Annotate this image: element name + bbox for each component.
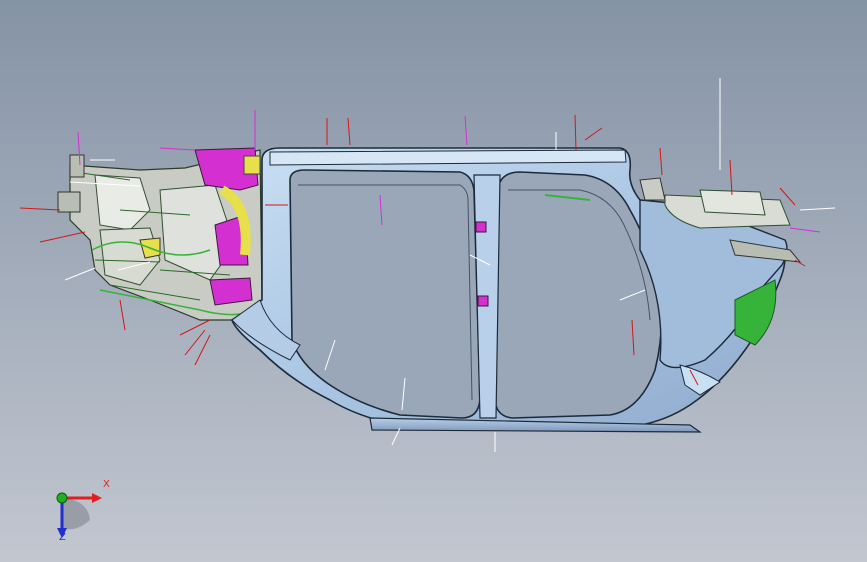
front-structure: [57, 147, 263, 321]
coordinate-axes-triad: X Z: [40, 478, 120, 548]
3d-viewport[interactable]: X Z: [0, 0, 867, 562]
triad-z-label: Z: [59, 532, 66, 543]
triad-x-label: X: [103, 479, 110, 490]
car-body-side-panel-model[interactable]: [0, 0, 867, 562]
